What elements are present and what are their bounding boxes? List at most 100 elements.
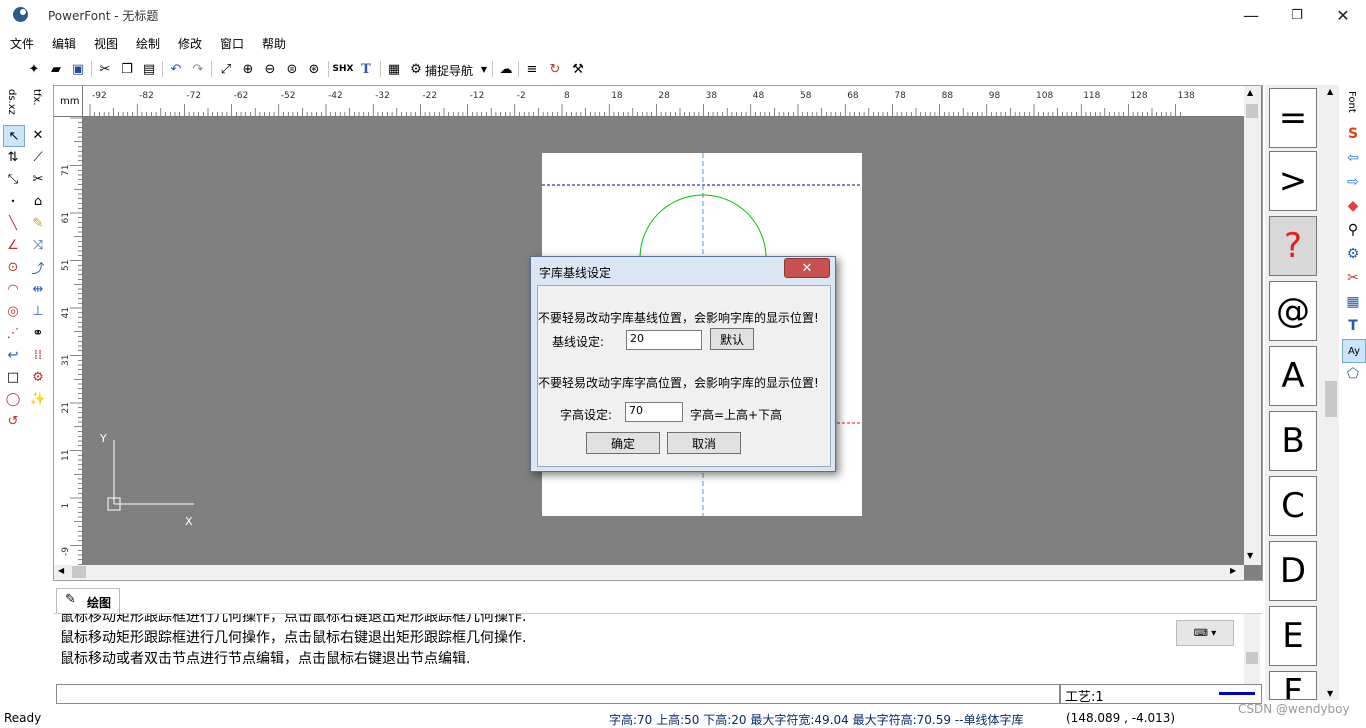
menu-file[interactable]: 文件 [10,35,34,52]
text-icon[interactable]: T [1342,315,1364,337]
restore-button[interactable]: ❐ [1274,0,1320,30]
menu-help[interactable]: 帮助 [262,35,286,52]
circle-icon[interactable]: ⊙ [3,257,23,277]
polyline-icon[interactable]: ⋰ [3,323,23,343]
scroll-up-icon[interactable]: ▲ [1327,87,1333,96]
ok-button[interactable]: 确定 [586,432,660,454]
scroll-down-icon[interactable]: ▼ [1247,551,1253,560]
snap-nav-button[interactable]: 捕捉导航 [425,62,473,79]
html5-icon[interactable]: S [1342,123,1364,145]
arc-center-icon[interactable]: ◎ [3,301,23,321]
rectangle-icon[interactable]: □ [3,367,23,387]
scissors-icon[interactable]: ✂ [1342,267,1364,289]
point-icon[interactable]: • [3,191,23,211]
zoom-out-icon[interactable]: ⊖ [260,59,280,79]
tab-draw[interactable]: ✎ 绘图 [56,588,120,613]
default-button[interactable]: 默认 [710,328,754,350]
font-sample-icon[interactable]: Ay [1342,339,1366,363]
zoom-in-icon[interactable]: ⊕ [238,59,258,79]
scroll-down-icon[interactable]: ▼ [1327,689,1333,698]
gear-icon[interactable]: ⚙ [1342,243,1364,265]
scroll-thumb[interactable] [1246,652,1258,664]
rotate-icon[interactable]: ⤴ [28,257,48,277]
close-window-button[interactable]: ✕ [1320,0,1366,30]
new-icon[interactable]: ✦ [24,59,44,79]
glyph-cell[interactable]: F [1269,671,1317,700]
glyph-cell[interactable]: E [1269,606,1317,666]
cloud-icon[interactable]: ☁ [496,59,516,79]
height-input[interactable]: 70 [625,402,683,422]
scroll-thumb[interactable] [1325,381,1337,417]
save-icon[interactable]: ▣ [68,59,88,79]
select-arrow-icon[interactable]: ↖ [3,125,25,147]
glyph-cell[interactable]: = [1269,88,1317,148]
open-icon[interactable]: ▰ [46,59,66,79]
scissors-icon[interactable]: ✂ [28,169,48,189]
truetype-icon[interactable]: T [356,59,376,79]
glyph-cell[interactable]: @ [1269,281,1317,341]
snap-nav-icon[interactable]: ⚙ [406,59,426,79]
scroll-thumb[interactable] [72,566,86,578]
undo-icon[interactable]: ↶ [166,59,186,79]
glyph-cell[interactable]: A [1269,346,1317,406]
glyph-cell[interactable]: C [1269,476,1317,536]
menu-edit[interactable]: 编辑 [52,35,76,52]
keyboard-icon[interactable]: ⌨ ▾ [1176,620,1234,646]
menu-modify[interactable]: 修改 [178,35,202,52]
table-icon[interactable]: ▦ [1342,291,1364,313]
glyph-cell-selected[interactable]: ? [1269,216,1317,276]
align-icon[interactable]: ⊥ [28,301,48,321]
redo-icon[interactable]: ↷ [188,59,208,79]
command-input[interactable] [56,684,1060,704]
settings-tools-icon[interactable]: ⚒ [568,59,588,79]
pentagon-icon[interactable]: ⬠ [1342,363,1364,385]
stamp-icon[interactable]: ⌂ [28,191,48,211]
shx-icon[interactable]: SHX [332,59,354,79]
scroll-left-icon[interactable]: ◀ [58,566,64,575]
node-select-icon[interactable]: ⇅ [3,147,23,167]
glyph-cell[interactable]: B [1269,411,1317,471]
arc-icon[interactable]: ◠ [3,279,23,299]
horizontal-scrollbar[interactable]: ◀ ▶ [54,565,1244,580]
angle-line-icon[interactable]: ∠ [3,235,23,255]
zoom-realtime-icon[interactable]: ⊛ [304,59,324,79]
scroll-thumb[interactable] [1246,104,1258,118]
chamfer-icon[interactable]: ⤨ [28,235,48,255]
dialog-close-button[interactable]: ✕ [784,258,830,278]
arrow-right-icon[interactable]: ⇨ [1342,171,1364,193]
copy-icon[interactable]: ❐ [117,59,137,79]
menu-view[interactable]: 视图 [94,35,118,52]
node-edit-icon[interactable]: ↻ [545,59,565,79]
font-tab[interactable]: Font [1346,91,1357,113]
trim-icon[interactable]: ✕ [28,125,48,145]
line-icon[interactable]: ╲ [3,213,23,233]
offset-icon[interactable]: ⚭ [28,323,48,343]
glyph-cell[interactable]: > [1269,151,1317,211]
scroll-right-icon[interactable]: ▶ [1230,566,1236,575]
output-scrollbar[interactable] [1244,614,1260,684]
cut-icon[interactable]: ✂ [95,59,115,79]
magic-wand-icon[interactable]: ✨ [28,389,48,409]
baseline-input[interactable]: 20 [626,330,702,350]
left-tab-2[interactable]: tfx. [31,89,42,106]
arrow-left-icon[interactable]: ⇦ [1342,147,1364,169]
extend-line-icon[interactable]: ⟋ [28,147,48,167]
left-tab-1[interactable]: ds.xz [6,89,17,115]
wrench-icon[interactable]: ⚲ [1342,219,1364,241]
minimize-button[interactable]: — [1228,0,1274,30]
cancel-button[interactable]: 取消 [667,432,741,454]
scroll-up-icon[interactable]: ▲ [1247,88,1253,97]
menu-window[interactable]: 窗口 [220,35,244,52]
gear-shape-icon[interactable]: ⚙ [28,367,48,387]
text-format-icon[interactable]: ≡ [522,59,542,79]
glyph-scrollbar[interactable]: ▲ ▼ [1323,85,1339,700]
ellipse-icon[interactable]: ◯ [3,389,23,409]
spline-icon[interactable]: ↺ [3,411,23,431]
move-icon[interactable]: ⤡ [3,169,23,189]
menu-draw[interactable]: 绘制 [136,35,160,52]
glyph-cell[interactable]: D [1269,541,1317,601]
grid-icon[interactable]: ▦ [384,59,404,79]
vertical-scrollbar[interactable]: ▲ ▼ [1244,86,1261,565]
mirror-icon[interactable]: ⇹ [28,279,48,299]
zoom-extents-icon[interactable]: ⊜ [282,59,302,79]
